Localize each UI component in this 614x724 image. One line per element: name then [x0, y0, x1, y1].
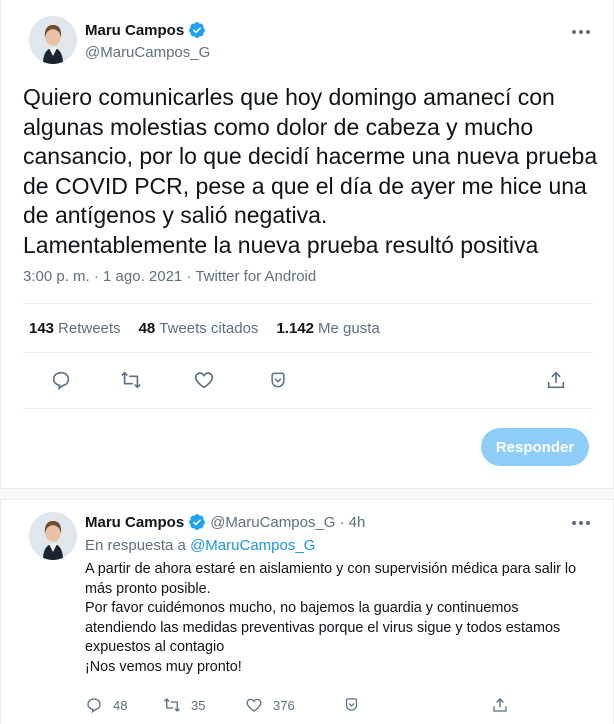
reply-paragraph: Por favor cuidémonos mucho, no bajemos l…	[85, 600, 561, 655]
author-name-row: Maru Campos	[85, 21, 206, 39]
likes-label: Me gusta	[318, 320, 380, 337]
author-handle[interactable]: @MaruCampos_G	[85, 44, 210, 61]
reply-paragraph: A partir de ahora estaré en aislamiento …	[85, 561, 577, 597]
tweet-text: Quiero comunicarles que hoy domingo aman…	[23, 84, 598, 258]
retweets-stat[interactable]: 143 Retweets	[29, 320, 121, 337]
author-avatar[interactable]	[29, 16, 77, 64]
retweet-action[interactable]: 35	[163, 696, 205, 714]
reply-action[interactable]: 48	[85, 696, 127, 714]
retweet-icon[interactable]	[117, 366, 145, 394]
more-options-icon[interactable]	[567, 22, 595, 42]
bookmark-action[interactable]	[343, 696, 360, 713]
reply-text: A partir de ahora estaré en aislamiento …	[85, 560, 585, 677]
bookmark-icon	[345, 698, 358, 711]
share-action[interactable]	[491, 696, 509, 714]
quotes-stat[interactable]: 48 Tweets citados	[139, 320, 259, 337]
like-count: 376	[273, 697, 295, 713]
reply-count: 48	[113, 697, 128, 713]
like-icon[interactable]	[190, 366, 218, 394]
retweets-label: Retweets	[58, 320, 121, 337]
likes-stat[interactable]: 1.142 Me gusta	[276, 320, 379, 337]
like-icon	[246, 698, 262, 712]
reply-tweet[interactable]: Maru Campos @MaruCampos_G · 4h En respue…	[0, 500, 614, 724]
bookmark-icon[interactable]	[264, 366, 292, 394]
divider	[23, 352, 593, 353]
author-name[interactable]: Maru Campos	[85, 22, 184, 39]
section-separator	[0, 488, 614, 500]
tweet-timestamp[interactable]: 3:00 p. m. · 1 ago. 2021 · Twitter for A…	[23, 268, 316, 285]
reply-icon[interactable]	[47, 366, 75, 394]
reply-author-avatar[interactable]	[29, 512, 77, 560]
reply-author-handle[interactable]: @MaruCampos_G	[210, 514, 335, 531]
quotes-label: Tweets citados	[159, 320, 259, 337]
reply-actions: 48 35 376	[85, 696, 585, 716]
retweets-count: 143	[29, 320, 55, 337]
quotes-count: 48	[138, 320, 156, 337]
tweet-actions	[1, 366, 614, 394]
retweet-icon	[164, 698, 180, 712]
share-icon[interactable]	[542, 366, 570, 394]
reply-button[interactable]: Responder	[481, 428, 589, 466]
in-reply-to: En respuesta a @MaruCampos_G	[85, 537, 315, 554]
verified-badge-icon	[188, 513, 206, 531]
reply-header: Maru Campos @MaruCampos_G · 4h	[85, 513, 365, 531]
retweet-count: 35	[191, 697, 206, 713]
reply-time[interactable]: · 4h	[339, 514, 365, 531]
reply-paragraph: ¡Nos vemos muy pronto!	[85, 658, 242, 675]
divider	[23, 408, 593, 409]
like-action[interactable]: 376	[245, 696, 295, 714]
in-reply-handle-link[interactable]: @MaruCampos_G	[190, 537, 315, 554]
verified-badge-icon	[188, 21, 206, 39]
reply-icon	[87, 698, 101, 714]
share-icon	[493, 698, 507, 712]
reply-author-name[interactable]: Maru Campos	[85, 514, 184, 531]
more-options-icon[interactable]	[567, 513, 595, 533]
likes-count: 1.142	[276, 320, 315, 337]
divider	[23, 303, 593, 304]
tweet-stats: 143 Retweets 48 Tweets citados 1.142 Me gus…	[29, 320, 380, 337]
in-reply-prefix: En respuesta a	[85, 537, 186, 554]
main-tweet: Maru Campos @MaruCampos_G Quiero comunic…	[0, 0, 614, 488]
